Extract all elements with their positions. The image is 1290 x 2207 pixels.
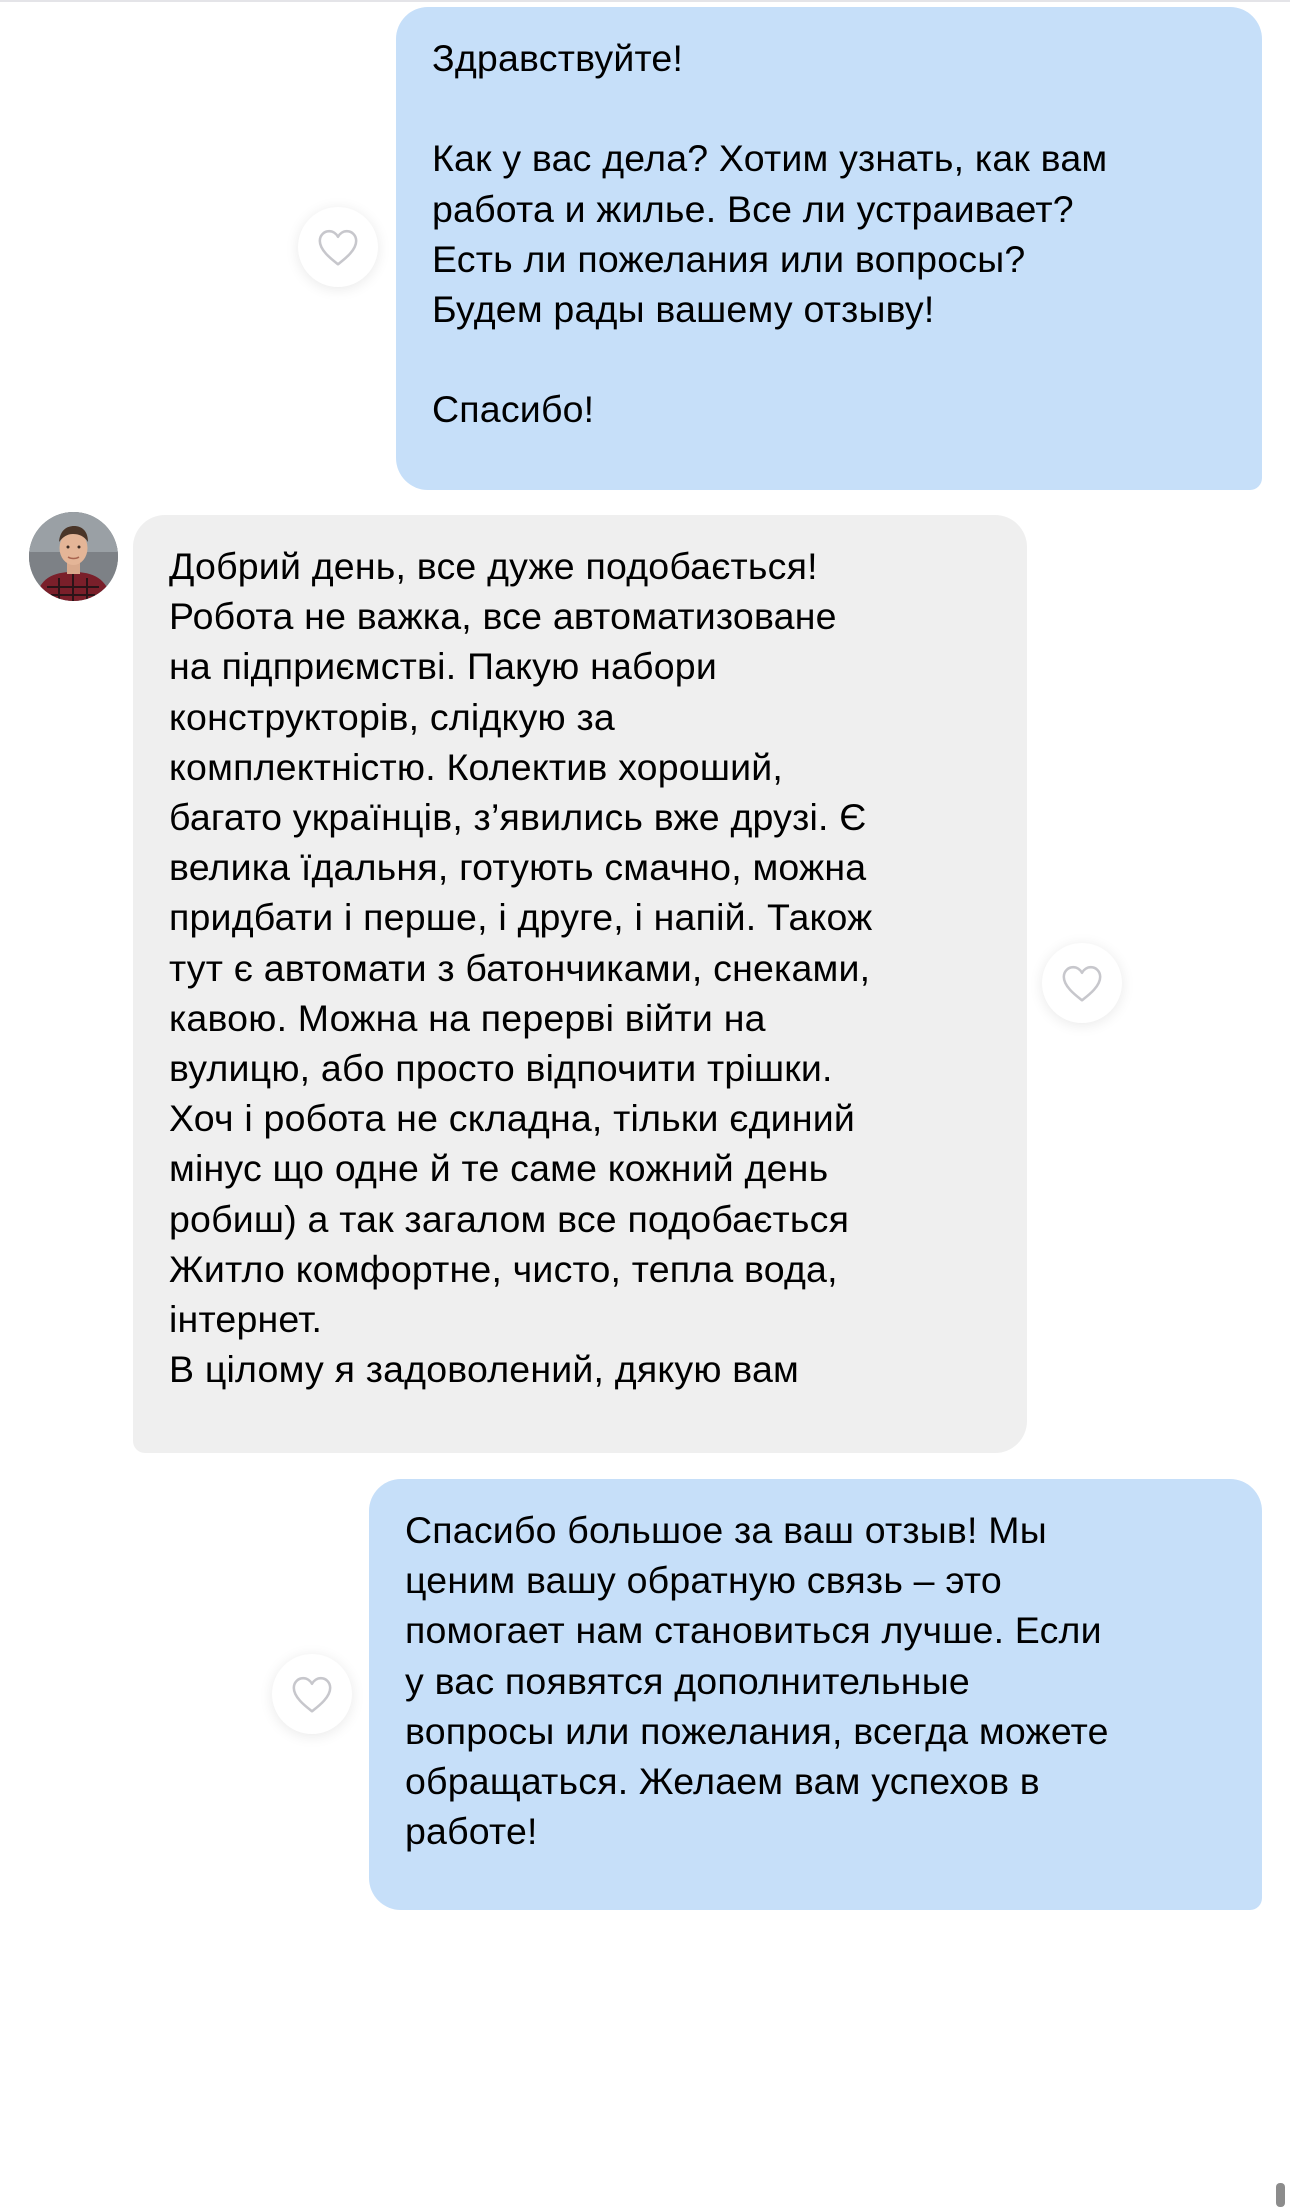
user-avatar[interactable] [29, 512, 118, 601]
incoming-message-bubble[interactable]: Добрий день, все дуже подобається! Робот… [133, 515, 1027, 1453]
like-button[interactable] [272, 1654, 352, 1734]
avatar-photo [29, 512, 118, 601]
heart-outline-icon [292, 1676, 332, 1713]
heart-outline-icon [1062, 965, 1102, 1002]
heart-outline-icon [318, 229, 358, 266]
top-divider [0, 0, 1290, 2]
like-button[interactable] [298, 207, 378, 287]
outgoing-message-bubble[interactable]: Спасибо большое за ваш отзыв! Мы ценим в… [369, 1479, 1262, 1910]
like-button[interactable] [1042, 943, 1122, 1023]
scrollbar-thumb[interactable] [1276, 2183, 1285, 2207]
outgoing-message-bubble[interactable]: Здравствуйте! Как у вас дела? Хотим узна… [396, 7, 1262, 490]
